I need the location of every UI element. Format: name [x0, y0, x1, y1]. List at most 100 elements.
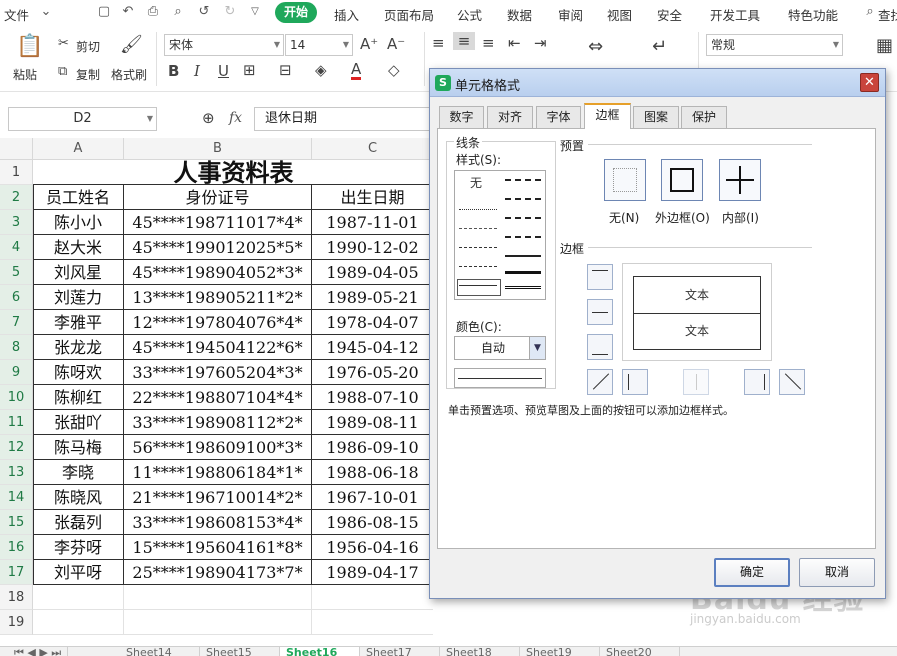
sheet-tab[interactable]: Sheet15 [200, 647, 280, 656]
header-cell[interactable]: 员工姓名 [33, 185, 124, 210]
save-icon[interactable]: ▢ [96, 4, 112, 20]
row-header[interactable]: 18 [0, 585, 33, 610]
underline-icon[interactable]: U [218, 62, 229, 80]
table-cell[interactable]: 陈晓风 [33, 485, 124, 510]
table-cell[interactable]: 1988-06-18 [312, 460, 434, 485]
sheet-tab[interactable]: Sheet14 [120, 647, 200, 656]
table-cell[interactable]: 1989-04-17 [312, 560, 434, 585]
table-cell[interactable]: 45****199012025*5* [124, 235, 312, 260]
preset-outline-button[interactable] [661, 159, 703, 201]
line-style-medium-dash-dot-dot[interactable] [505, 198, 541, 200]
line-style-double[interactable] [505, 286, 541, 289]
table-cell[interactable]: 李雅平 [33, 310, 124, 335]
cut-button[interactable]: 剪切 [76, 38, 100, 55]
sheet-tab[interactable]: Sheet16 [280, 647, 360, 656]
table-cell[interactable]: 15****195604161*8* [124, 535, 312, 560]
table-cell[interactable]: 张龙龙 [33, 335, 124, 360]
border-middle-horizontal-button[interactable] [587, 299, 613, 325]
increase-font-icon[interactable]: A⁺ [360, 35, 378, 53]
paste-icon[interactable]: 📋 [16, 34, 43, 59]
preset-none-label[interactable]: 无(N) [609, 209, 639, 226]
align-middle-icon[interactable]: ≡ [453, 32, 475, 50]
undo-icon[interactable]: ↺ [196, 4, 212, 20]
border-diagonal-down-button[interactable] [779, 369, 805, 395]
cell-style-icon[interactable]: ⊟ [279, 61, 292, 79]
table-cell[interactable]: 56****198609100*3* [124, 435, 312, 460]
table-cell[interactable]: 刘平呀 [33, 560, 124, 585]
border-diagonal-up-button[interactable] [587, 369, 613, 395]
row-header[interactable]: 7 [0, 310, 33, 335]
row-header[interactable]: 17 [0, 560, 33, 585]
table-cell[interactable]: 33****197605204*3* [124, 360, 312, 385]
copy-icon[interactable]: ⧉ [58, 64, 67, 79]
borders-icon[interactable]: ⊞ [243, 61, 256, 79]
tab-formulas[interactable]: 公式 [457, 5, 482, 24]
table-cell[interactable]: 刘莲力 [33, 285, 124, 310]
table-cell[interactable]: 1978-04-07 [312, 310, 434, 335]
format-painter-button[interactable]: 格式刷 [111, 66, 147, 83]
name-box[interactable]: D2 ▼ [8, 107, 157, 131]
select-all-corner[interactable] [0, 138, 33, 160]
table-cell[interactable]: 1989-04-05 [312, 260, 434, 285]
row-header[interactable]: 10 [0, 385, 33, 410]
sheet-title-cell[interactable]: 人事资料表 [33, 160, 434, 185]
table-cell[interactable]: 李芬呀 [33, 535, 124, 560]
zoom-icon[interactable]: ⊕ [202, 109, 215, 127]
column-header-c[interactable]: C [312, 138, 434, 160]
menu-chevron-icon[interactable]: ⌄ [38, 4, 54, 20]
border-center-vertical-button[interactable] [683, 369, 709, 395]
tab-start[interactable]: 开始 [275, 2, 317, 23]
indent-decrease-icon[interactable]: ⇤ [508, 34, 521, 52]
table-cell[interactable]: 张甜吖 [33, 410, 124, 435]
tab-pattern[interactable]: 图案 [633, 106, 679, 128]
table-cell[interactable]: 1986-09-10 [312, 435, 434, 460]
table-cell[interactable]: 45****198904052*3* [124, 260, 312, 285]
row-header[interactable]: 4 [0, 235, 33, 260]
wrap-text-icon[interactable]: ↵ [652, 36, 667, 57]
border-left-button[interactable] [622, 369, 648, 395]
line-style-thick[interactable] [505, 271, 541, 274]
preset-inside-button[interactable] [719, 159, 761, 201]
preset-none-button[interactable] [604, 159, 646, 201]
row-header[interactable]: 2 [0, 185, 33, 210]
table-cell[interactable]: 25****198904173*7* [124, 560, 312, 585]
table-cell[interactable]: 12****197804076*4* [124, 310, 312, 335]
header-cell[interactable]: 身份证号 [124, 185, 312, 210]
border-top-button[interactable] [587, 264, 613, 290]
redo-icon[interactable]: ↻ [222, 4, 238, 20]
table-cell[interactable]: 45****194504122*6* [124, 335, 312, 360]
table-cell[interactable]: 11****198806184*1* [124, 460, 312, 485]
font-name-select[interactable]: 宋体 ▼ [164, 34, 284, 56]
table-cell[interactable]: 33****198608153*4* [124, 510, 312, 535]
line-style-dash-dot-dot[interactable] [459, 266, 497, 267]
border-preview[interactable]: 文本 文本 [622, 263, 772, 361]
table-cell[interactable]: 李晓 [33, 460, 124, 485]
row-header[interactable]: 3 [0, 210, 33, 235]
table-cell[interactable]: 刘风星 [33, 260, 124, 285]
line-style-list[interactable]: 无 [454, 170, 546, 300]
copy-button[interactable]: 复制 [76, 66, 100, 83]
sheet-nav-icon[interactable]: ⏮ ◀ ▶ ⏭ [8, 647, 69, 656]
tab-insert[interactable]: 插入 [334, 5, 359, 24]
table-cell[interactable]: 陈小小 [33, 210, 124, 235]
row-header[interactable]: 19 [0, 610, 33, 635]
row-header[interactable]: 9 [0, 360, 33, 385]
border-right-button[interactable] [744, 369, 770, 395]
table-cell[interactable]: 22****198807104*4* [124, 385, 312, 410]
tab-review[interactable]: 审阅 [558, 5, 583, 24]
paste-button[interactable]: 粘贴 [13, 66, 37, 83]
row-header[interactable]: 6 [0, 285, 33, 310]
number-format-select[interactable]: 常规 ▼ [706, 34, 843, 56]
tab-security[interactable]: 安全 [657, 5, 682, 24]
row-header[interactable]: 14 [0, 485, 33, 510]
table-cell[interactable]: 13****198905211*2* [124, 285, 312, 310]
print-icon[interactable]: ⎙ [145, 4, 161, 20]
tab-developer[interactable]: 开发工具 [710, 5, 760, 24]
line-style-medium-dash-dot[interactable] [505, 179, 541, 181]
line-style-medium[interactable] [505, 255, 541, 257]
line-style-selected[interactable] [457, 279, 501, 296]
search-icon[interactable]: ⌕ [862, 4, 878, 20]
tab-view[interactable]: 视图 [607, 5, 632, 24]
border-bottom-button[interactable] [587, 334, 613, 360]
formula-input[interactable]: 退休日期 [254, 107, 454, 131]
